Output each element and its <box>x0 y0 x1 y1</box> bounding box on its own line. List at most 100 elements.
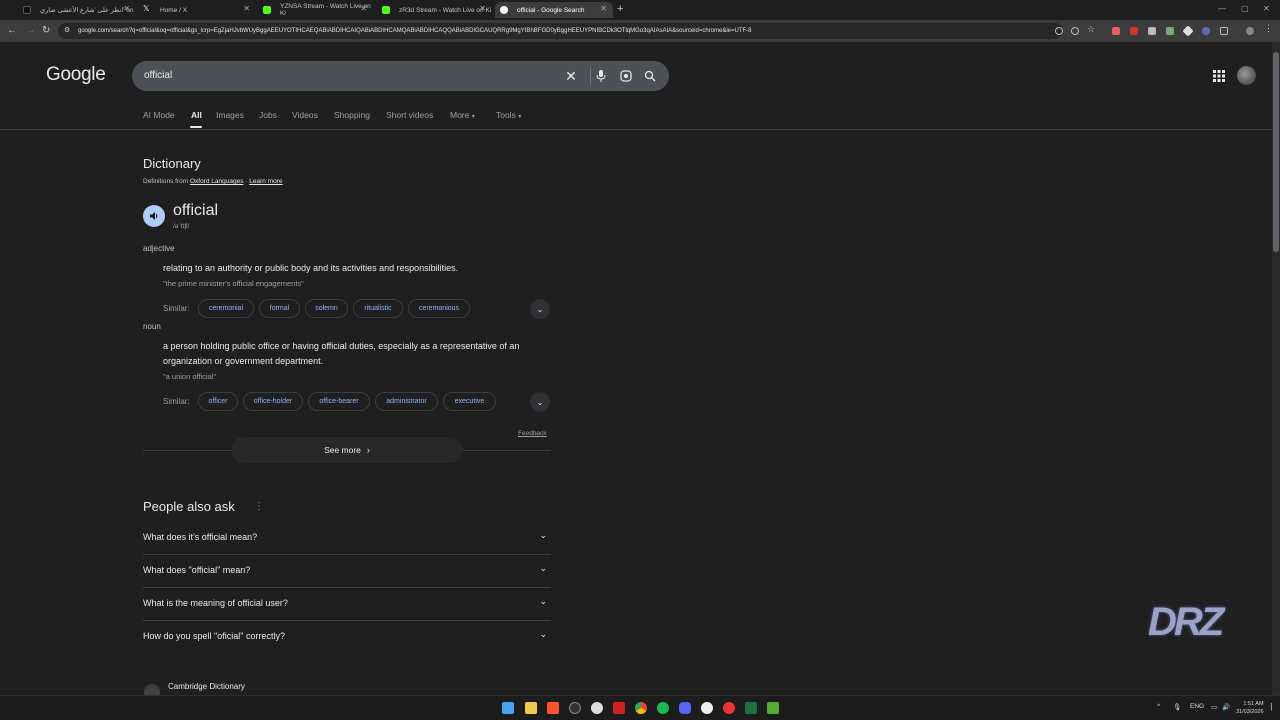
people-also-ask-heading: People also ask <box>143 499 235 514</box>
browser-tab-tiktok[interactable]: انظر على 'شارع الأعشى ضاري' on ✕ <box>18 2 136 18</box>
app-icon[interactable] <box>569 702 581 714</box>
address-bar[interactable]: ⚙ google.com/search?q=official&oq=offici… <box>58 23 1063 39</box>
browser-tab-x[interactable]: 𝕏 Home / X ✕ <box>138 2 256 18</box>
tab-ai-mode[interactable]: AI Mode <box>143 110 175 120</box>
maximize-icon[interactable]: ▢ <box>1241 4 1249 13</box>
apps-grid-icon[interactable] <box>1213 69 1227 83</box>
page-scrollbar[interactable] <box>1272 42 1280 695</box>
chrome-icon[interactable] <box>635 702 647 714</box>
bookmark-star-icon[interactable]: ☆ <box>1087 24 1095 34</box>
minecraft-icon[interactable] <box>767 702 779 714</box>
account-avatar[interactable] <box>1237 66 1256 85</box>
back-icon[interactable]: ← <box>7 25 17 36</box>
excel-icon[interactable] <box>745 702 757 714</box>
new-tab-icon[interactable]: + <box>617 3 623 15</box>
browser-tab-kick-yznsa[interactable]: YZNSA Stream - Watch Live on Ki ✕ <box>258 2 373 18</box>
tab-shopping[interactable]: Shopping <box>334 110 370 120</box>
zoom-icon[interactable] <box>1071 27 1079 35</box>
pronunciation-speaker-icon[interactable] <box>143 205 165 227</box>
more-options-icon[interactable]: ⋮ <box>254 501 264 512</box>
close-icon[interactable]: ✕ <box>600 4 607 13</box>
windows-start-icon[interactable] <box>502 702 514 714</box>
spotify-icon[interactable] <box>657 702 669 714</box>
extensions-puzzle-icon[interactable] <box>1220 27 1228 35</box>
paa-question[interactable]: What does "official" mean? ⌄ <box>143 555 551 588</box>
similar-chip[interactable]: office-bearer <box>308 392 370 411</box>
location-icon[interactable] <box>1055 27 1063 35</box>
mic-icon[interactable] <box>592 67 610 85</box>
tiktok-icon <box>23 6 31 14</box>
close-icon[interactable]: ✕ <box>479 4 486 13</box>
system-clock[interactable]: 1:51 AM 31/03/2026 <box>1236 700 1264 716</box>
volume-icon[interactable]: 🔊 <box>1222 703 1230 711</box>
network-icon[interactable]: ▭ <box>1211 703 1217 711</box>
paa-question[interactable]: What does it's official mean? ⌄ <box>143 522 551 555</box>
file-explorer-icon[interactable] <box>525 702 537 714</box>
tab-more[interactable]: More ▾ <box>450 110 475 120</box>
result-source-name[interactable]: Cambridge Dictionary <box>168 682 245 691</box>
learn-more-link[interactable]: Learn more <box>249 178 282 185</box>
similar-chip[interactable]: ceremonious <box>408 299 470 318</box>
lens-icon[interactable] <box>617 67 635 85</box>
tab-videos[interactable]: Videos <box>292 110 318 120</box>
extension-icon[interactable] <box>1182 25 1194 37</box>
app-icon[interactable] <box>613 702 625 714</box>
language-indicator[interactable]: ENG <box>1190 703 1204 710</box>
similar-chip[interactable]: formal <box>259 299 300 318</box>
close-icon[interactable]: ✕ <box>123 4 130 13</box>
tab-short-videos[interactable]: Short videos <box>386 110 433 120</box>
minimize-icon[interactable]: — <box>1218 4 1226 13</box>
chevron-down-icon[interactable]: ⌄ <box>530 392 550 412</box>
similar-chip[interactable]: ceremonial <box>198 299 254 318</box>
tab-jobs[interactable]: Jobs <box>259 110 277 120</box>
paa-question-text: What is the meaning of official user? <box>143 598 288 608</box>
clear-icon[interactable]: ✕ <box>562 67 580 85</box>
paa-question[interactable]: What is the meaning of official user? ⌄ <box>143 588 551 621</box>
tab-all[interactable]: All <box>191 110 202 120</box>
notifications-icon[interactable]: ▏ <box>1271 703 1276 711</box>
paa-question[interactable]: How do you spell "oficial" correctly? ⌄ <box>143 621 551 654</box>
similar-chip[interactable]: solemn <box>305 299 348 318</box>
browser-tab-kick-zr3d[interactable]: zR3d Stream - Watch Live on Ki ✕ <box>377 2 492 18</box>
window-close-icon[interactable]: ✕ <box>1263 4 1270 13</box>
similar-chip[interactable]: office-holder <box>243 392 303 411</box>
menu-kebab-icon[interactable]: ⋮ <box>1264 23 1273 33</box>
similar-chip[interactable]: executive <box>443 392 496 411</box>
profile-icon[interactable] <box>1246 27 1254 35</box>
search-icon[interactable] <box>641 67 659 85</box>
extension-icon[interactable] <box>1202 27 1210 35</box>
feedback-link[interactable]: Feedback <box>518 430 547 437</box>
discord-icon[interactable] <box>679 702 691 714</box>
similar-chip[interactable]: ritualistic <box>353 299 403 318</box>
see-more-button[interactable]: See more › <box>231 437 463 463</box>
tray-overflow-icon[interactable]: ^ <box>1157 703 1160 710</box>
oxford-languages-link[interactable]: Oxford Languages <box>190 178 243 185</box>
similar-chip[interactable]: administrator <box>375 392 438 411</box>
extension-icon[interactable] <box>1112 27 1120 35</box>
search-input[interactable]: official <box>144 70 172 81</box>
search-results-page: Google official ✕ AI Mode All Images Job… <box>0 42 1280 695</box>
tab-images[interactable]: Images <box>216 110 244 120</box>
close-icon[interactable]: ✕ <box>243 4 250 13</box>
app-icon[interactable] <box>591 702 603 714</box>
tab-title: zR3d Stream - Watch Live on Ki <box>399 6 492 14</box>
chevron-down-icon[interactable]: ⌄ <box>530 299 550 319</box>
forward-icon[interactable]: → <box>25 25 35 36</box>
tab-tools[interactable]: Tools ▾ <box>496 110 521 120</box>
divider <box>590 68 591 84</box>
extension-icon[interactable] <box>1148 27 1156 35</box>
reload-icon[interactable]: ↻ <box>42 25 50 36</box>
app-icon[interactable] <box>723 702 735 714</box>
steam-icon[interactable] <box>701 702 713 714</box>
microphone-icon[interactable]: 🎙 <box>1173 703 1181 711</box>
search-box[interactable]: official ✕ <box>132 61 669 91</box>
similar-chip[interactable]: officer <box>198 392 238 411</box>
site-info-icon[interactable]: ⚙ <box>64 26 70 34</box>
extension-icon[interactable] <box>1130 27 1138 35</box>
scrollbar-thumb[interactable] <box>1273 52 1279 252</box>
google-logo[interactable]: Google <box>46 64 106 86</box>
close-icon[interactable]: ✕ <box>360 4 367 13</box>
extension-icon[interactable] <box>1166 27 1174 35</box>
brave-icon[interactable] <box>547 702 559 714</box>
browser-tab-google[interactable]: official - Google Search ✕ <box>495 2 613 18</box>
